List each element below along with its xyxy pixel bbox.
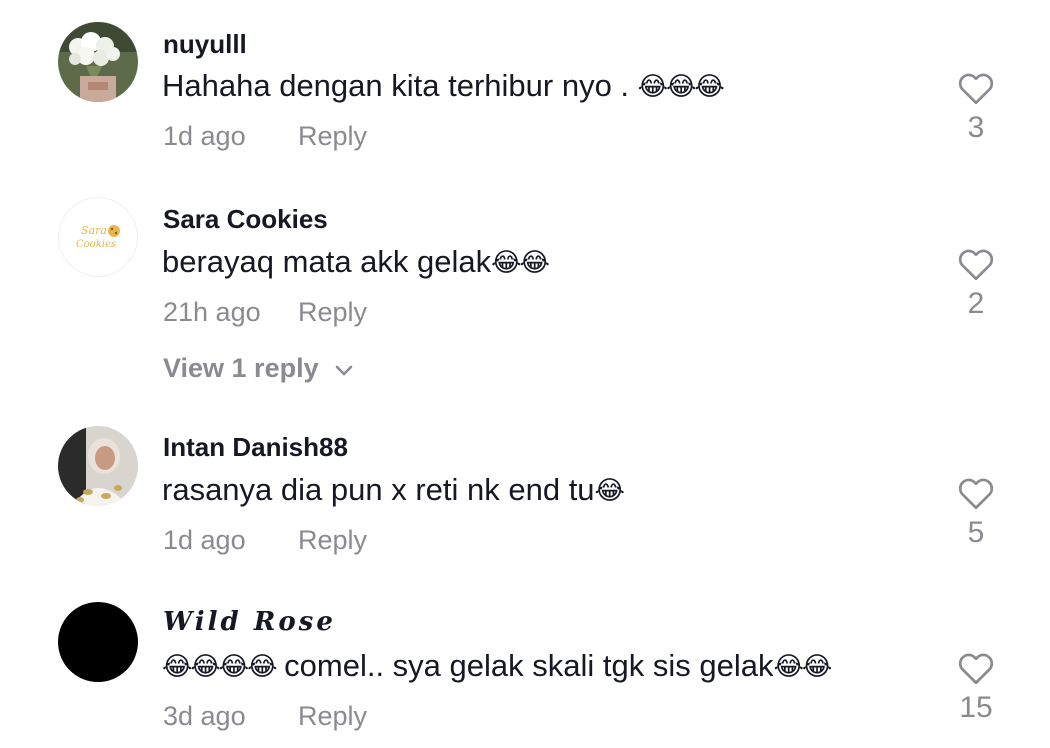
avatar[interactable] xyxy=(58,426,138,506)
view-replies-label: View 1 reply xyxy=(163,353,319,383)
emoji: 😂😂 xyxy=(773,651,832,681)
timestamp: 3d ago xyxy=(163,701,246,731)
comment-text: rasanya dia pun x reti nk end tu😂 xyxy=(162,472,625,508)
comment-text-body: berayaq mata akk gelak xyxy=(162,244,492,279)
username[interactable]: Intan Danish88 xyxy=(163,432,348,463)
avatar[interactable] xyxy=(58,22,138,102)
reply-button[interactable]: Reply xyxy=(298,121,367,152)
emoji: 😂😂😂😂 xyxy=(162,651,278,681)
timestamp: 1d ago xyxy=(163,525,246,555)
emoji: 😂😂😂 xyxy=(637,71,725,101)
svg-text:Cookies: Cookies xyxy=(76,239,116,250)
username[interactable]: Sara Cookies xyxy=(163,204,328,235)
comment-text: berayaq mata akk gelak😂😂 xyxy=(162,244,550,280)
like-count: 3 xyxy=(967,111,985,144)
emoji: 😂😂 xyxy=(491,247,550,277)
comment-text-body: rasanya dia pun x reti nk end tu xyxy=(162,472,595,507)
reply-button[interactable]: Reply xyxy=(298,297,367,328)
comment-text: Hahaha dengan kita terhibur nyo . 😂😂😂 xyxy=(162,68,725,104)
avatar-image xyxy=(58,22,138,102)
like-count: 2 xyxy=(967,287,985,320)
emoji: 😂 xyxy=(594,475,625,505)
reply-button[interactable]: Reply xyxy=(298,525,367,556)
reply-button[interactable]: Reply xyxy=(298,701,367,732)
avatar-image: Sara Cookies xyxy=(58,197,138,277)
timestamp: 1d ago xyxy=(163,121,246,151)
like-button[interactable]: 15 xyxy=(946,652,1006,725)
like-count: 5 xyxy=(967,516,985,549)
username[interactable]: Wild Rose xyxy=(163,607,336,637)
avatar[interactable] xyxy=(58,602,138,682)
avatar-image xyxy=(58,426,138,506)
comment-text: 😂😂😂😂 comel.. sya gelak skali tgk sis gel… xyxy=(162,648,832,684)
heart-outline-icon xyxy=(958,249,994,281)
heart-outline-icon xyxy=(958,73,994,105)
like-button[interactable]: 3 xyxy=(946,72,1006,145)
svg-text:Sara: Sara xyxy=(81,224,107,237)
like-button[interactable]: 5 xyxy=(946,477,1006,550)
like-button[interactable]: 2 xyxy=(946,248,1006,321)
username[interactable]: nuyulll xyxy=(163,29,247,60)
heart-outline-icon xyxy=(958,478,994,510)
view-replies-button[interactable]: View 1 reply xyxy=(163,353,354,384)
timestamp: 21h ago xyxy=(163,297,261,327)
like-count: 15 xyxy=(959,691,993,724)
avatar[interactable]: Sara Cookies xyxy=(58,197,138,277)
comment-text-body: comel.. sya gelak skali tgk sis gelak xyxy=(275,648,774,683)
chevron-down-icon xyxy=(335,365,353,376)
comment-text-body: Hahaha dengan kita terhibur nyo . xyxy=(162,68,638,103)
heart-outline-icon xyxy=(958,653,994,685)
